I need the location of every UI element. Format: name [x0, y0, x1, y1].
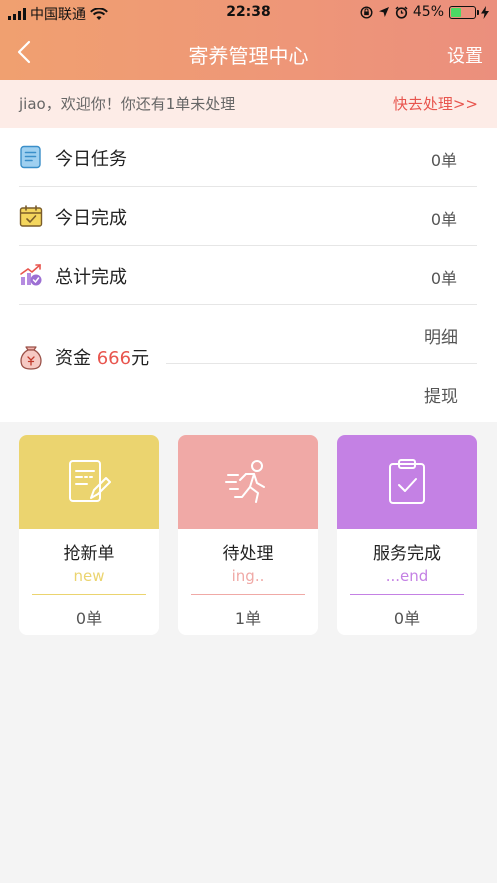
funds-unit: 元	[131, 348, 150, 369]
header: 中国联通 22:38 45% 寄养管理中心 设置	[0, 0, 497, 80]
funds-amount: 666	[96, 348, 132, 369]
funds-detail-label: 明细	[424, 328, 458, 348]
notice-bar: jiao，欢迎你！你还有1单未处理 快去处理>>	[0, 80, 497, 128]
stat-label: 今日任务	[55, 149, 127, 170]
growth-chart-icon	[20, 264, 42, 286]
order-cards: 抢新单 new 0单 待处理 ing.. 1单 服务完成 ...end 0单	[0, 435, 497, 635]
card-count: 1单	[234, 609, 262, 628]
stat-row-today-tasks[interactable]: 今日任务 0单	[19, 128, 477, 187]
stat-count: 0单	[430, 269, 457, 288]
card-divider	[32, 594, 146, 595]
charging-bolt-icon	[481, 5, 489, 19]
battery-icon	[449, 5, 479, 19]
card-service-completed[interactable]: 服务完成 ...end 0单	[337, 435, 477, 635]
running-person-icon	[225, 460, 265, 503]
settings-button[interactable]: 设置	[447, 42, 483, 68]
edit-document-icon	[69, 460, 111, 502]
stat-label: 今日完成	[55, 208, 127, 229]
funds-withdraw-button[interactable]: 提现	[166, 364, 477, 422]
stat-label: 总计完成	[55, 267, 127, 288]
funds-withdraw-label: 提现	[424, 387, 458, 407]
card-divider	[191, 594, 305, 595]
card-subtitle: ing..	[231, 567, 265, 585]
card-count: 0单	[75, 609, 103, 628]
page-title: 寄养管理中心	[188, 44, 309, 68]
card-title: 待处理	[222, 544, 274, 564]
location-arrow-icon	[378, 7, 389, 17]
card-header	[19, 435, 159, 529]
stat-count: 0单	[430, 210, 457, 229]
card-title: 服务完成	[373, 544, 441, 564]
card-divider	[350, 594, 464, 595]
stat-count: 0单	[430, 151, 457, 170]
stats-list: 今日任务 0单 今日完成 0单 总计完成 0单 资金 666元 明细 提现	[0, 128, 497, 422]
card-subtitle: ...end	[385, 567, 429, 585]
funds-title: 资金	[55, 348, 91, 369]
card-header	[337, 435, 477, 529]
funds-detail-button[interactable]: 明细	[166, 305, 477, 364]
alarm-clock-icon	[395, 5, 408, 19]
stat-row-total-completed[interactable]: 总计完成 0单	[19, 246, 477, 305]
document-list-icon	[20, 145, 41, 169]
status-bar: 中国联通 22:38 45%	[0, 0, 497, 26]
card-subtitle: new	[73, 567, 105, 585]
calendar-check-icon	[19, 205, 43, 227]
welcome-message: jiao，欢迎你！你还有1单未处理	[19, 95, 236, 113]
card-new-orders[interactable]: 抢新单 new 0单	[19, 435, 159, 635]
stat-row-today-completed[interactable]: 今日完成 0单	[19, 187, 477, 246]
lock-rotation-icon	[360, 5, 373, 19]
money-bag-icon	[20, 346, 42, 370]
card-pending[interactable]: 待处理 ing.. 1单	[178, 435, 318, 635]
go-process-link[interactable]: 快去处理>>	[393, 93, 478, 114]
clipboard-check-icon	[389, 459, 425, 504]
card-title: 抢新单	[63, 544, 115, 564]
battery-percent: 45%	[412, 4, 444, 20]
card-count: 0单	[393, 609, 421, 628]
card-header	[178, 435, 318, 529]
funds-label: 资金 666元	[55, 344, 149, 370]
